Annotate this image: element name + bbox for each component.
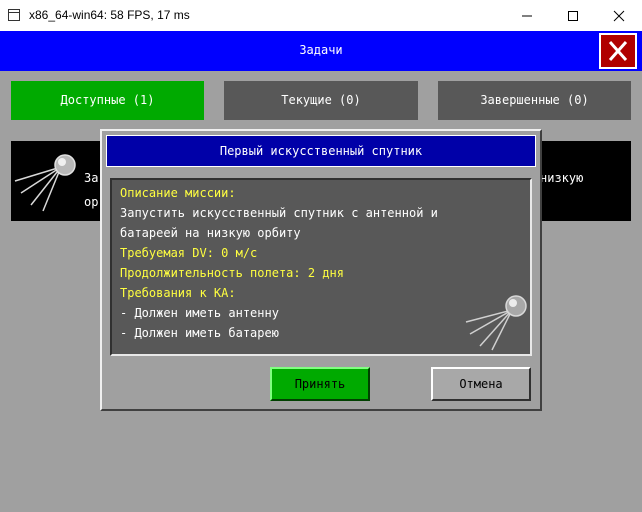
requirement-item: - Должен иметь антенну [120, 306, 279, 320]
dialog-title: Первый искусственный спутник [106, 135, 536, 167]
required-dv: Требуемая DV: 0 м/с [120, 246, 258, 260]
window-title: x86_64-win64: 58 FPS, 17 ms [29, 8, 190, 22]
mission-card-text-1: За [84, 171, 99, 185]
requirements-heading: Требования к КА: [120, 286, 236, 300]
satellite-icon [14, 154, 76, 212]
accept-button[interactable]: Принять [270, 367, 370, 401]
description-heading: Описание миссии: [120, 186, 236, 200]
minimize-button[interactable] [504, 0, 550, 31]
satellite-icon [465, 295, 527, 351]
tab-available[interactable]: Доступные (1) [11, 81, 204, 120]
window-titlebar: x86_64-win64: 58 FPS, 17 ms [0, 0, 642, 31]
tab-completed[interactable]: Завершенные (0) [438, 81, 631, 120]
close-icon [608, 41, 628, 61]
mission-description-panel: Описание миссии: Запустить искусственный… [110, 178, 532, 356]
cancel-button[interactable]: Отмена [431, 367, 531, 401]
tab-current[interactable]: Текущие (0) [224, 81, 418, 120]
maximize-button[interactable] [550, 0, 596, 31]
page-title: Задачи [299, 43, 343, 57]
requirement-item: - Должен иметь батарею [120, 326, 279, 340]
app-header: Задачи [0, 31, 642, 71]
mission-card-text-2: ор [84, 195, 99, 209]
mission-card-text-right: низкую [540, 171, 584, 185]
maximize-icon [568, 11, 578, 21]
flight-duration: Продолжительность полета: 2 дня [120, 266, 344, 280]
mission-dialog: Первый искусственный спутник Описание ми… [100, 129, 542, 411]
close-button[interactable] [599, 33, 637, 69]
window-close-button[interactable] [596, 0, 642, 31]
description-text: батареей на низкую орбиту [120, 226, 301, 240]
description-text: Запустить искусственный спутник с антенн… [120, 206, 438, 220]
app-icon [8, 9, 20, 21]
minimize-icon [522, 15, 532, 17]
window-close-icon [613, 10, 625, 22]
